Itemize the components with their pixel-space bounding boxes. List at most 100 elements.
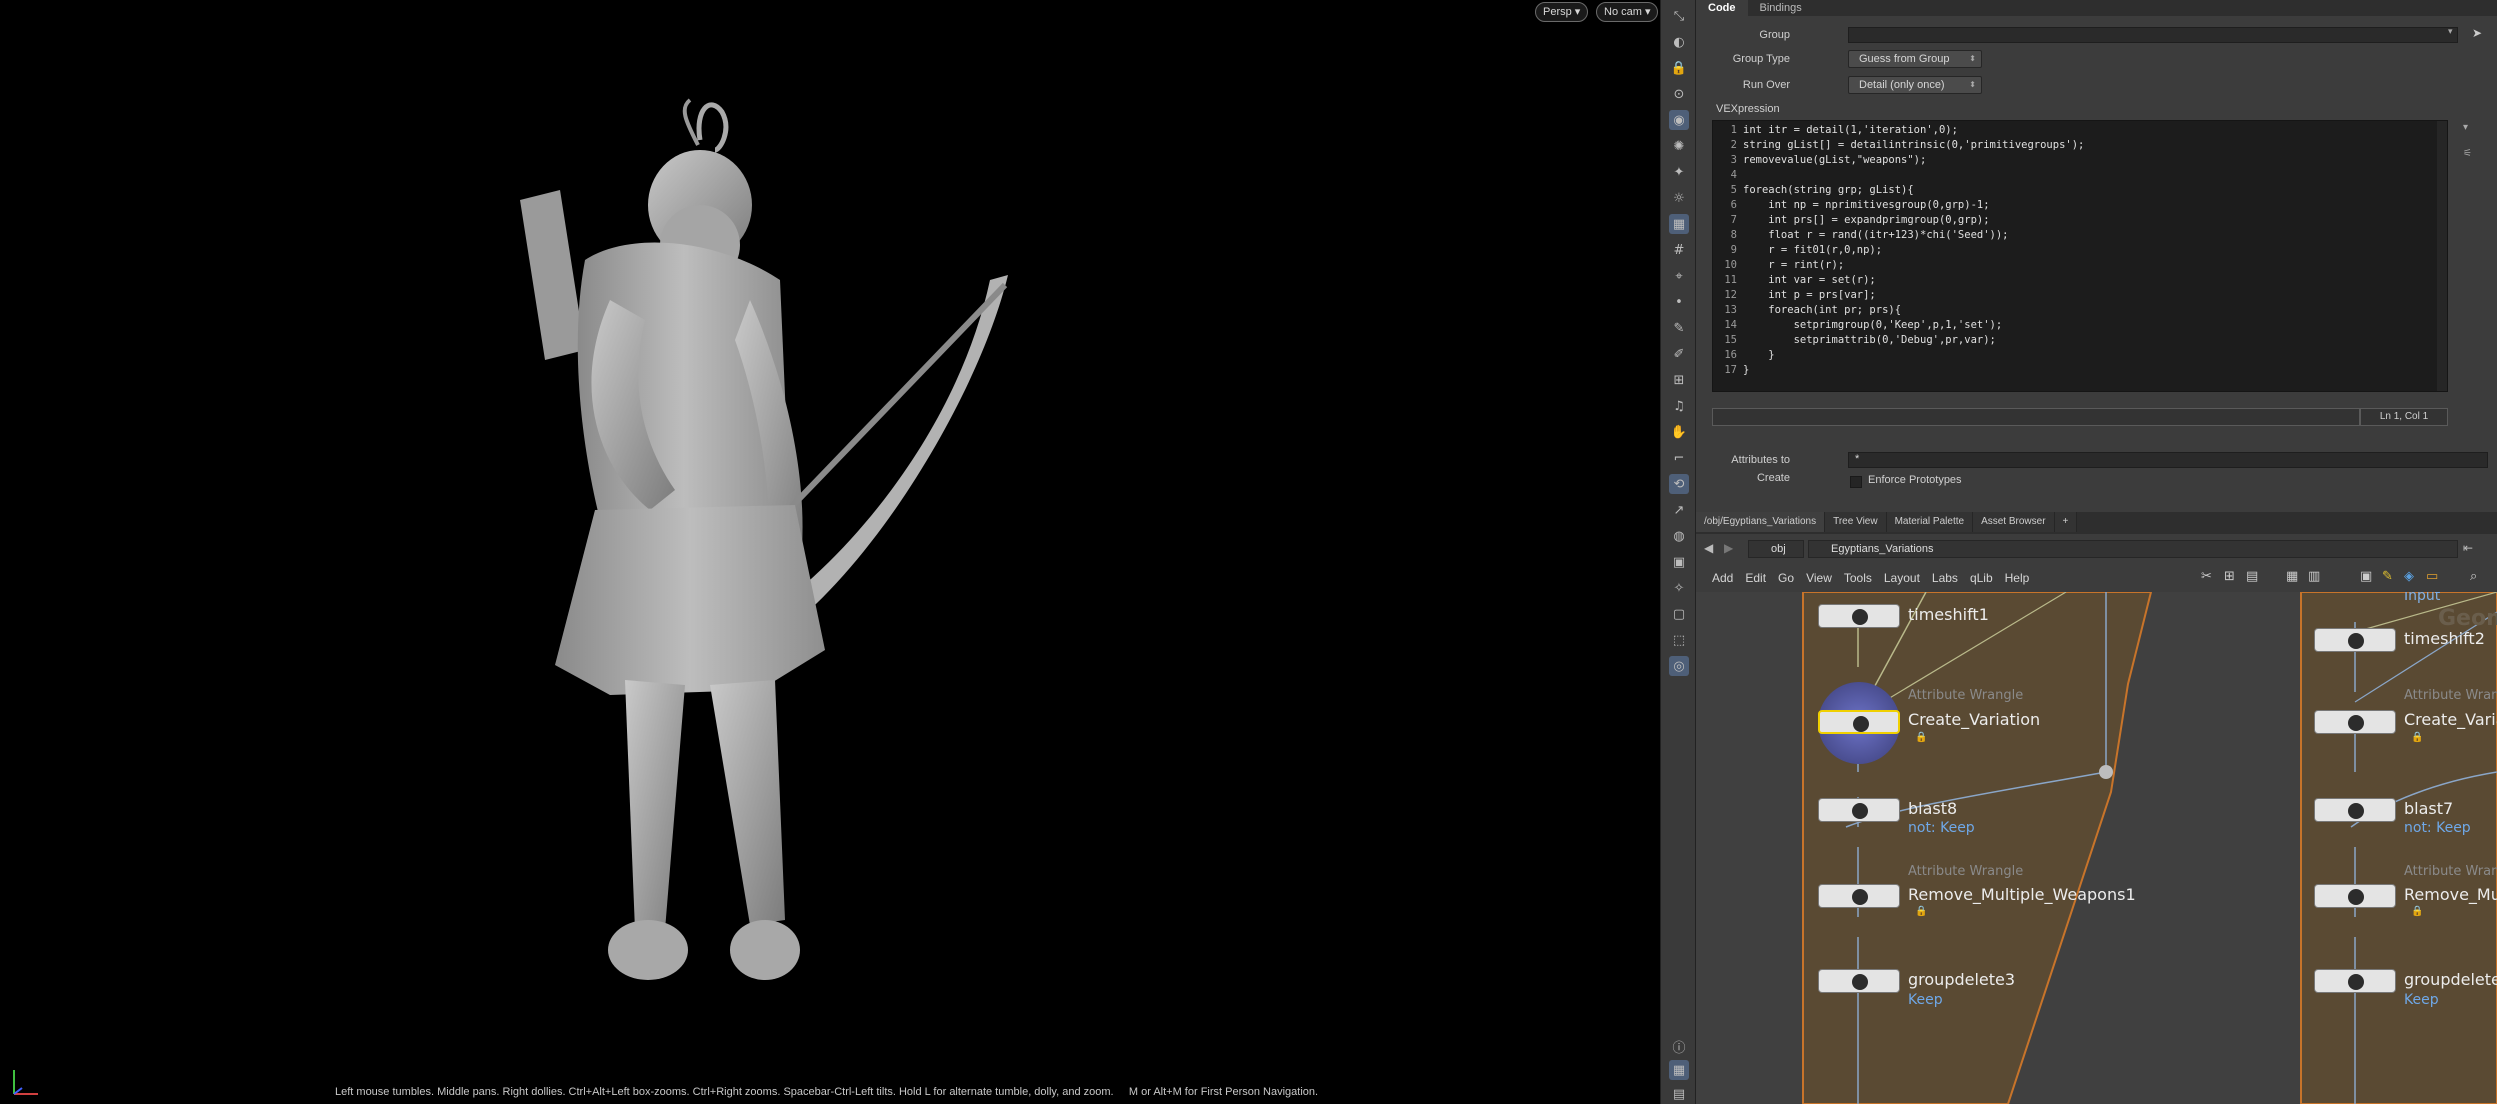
code-scrollbar[interactable] [2437,121,2447,391]
node-label: Remove_Mul [2404,885,2497,904]
attributes-to-create-field[interactable]: * [1848,452,2488,468]
grid-view-icon[interactable]: ▦ [2286,569,2298,584]
render-icon[interactable]: ⬚ [1669,630,1689,650]
node-groupdelete3[interactable] [1818,969,1900,993]
expression-status-bar [1712,408,2360,426]
add-spare-icon[interactable]: ⚟ [2463,148,2472,159]
menu-layout[interactable]: Layout [1884,571,1920,585]
group-type-dropdown[interactable]: Guess from Group ⬍ [1848,50,1982,68]
details-icon[interactable]: ▥ [2308,569,2320,584]
groupdelete-icon [1852,974,1868,990]
crop-icon[interactable]: ⌐ [1669,448,1689,468]
node-groupdelete2[interactable] [2314,969,2396,993]
forward-arrow-icon[interactable]: ▶ [1724,541,1733,555]
code-line: setprimattrib(0,'Debug',pr,var); [1743,334,1996,346]
grid-icon[interactable]: # [1669,240,1689,260]
handle-icon[interactable]: ⟲ [1669,474,1689,494]
menu-labs[interactable]: Labs [1932,571,1958,585]
path-obj[interactable]: obj [1748,540,1804,558]
line-number: 9 [1730,244,1737,256]
search-icon[interactable]: ⌕ [2470,569,2477,584]
audio-icon[interactable]: ♫ [1669,396,1689,416]
viewport-status-text: Left mouse tumbles. Middle pans. Right d… [335,1086,1319,1098]
point-icon[interactable]: • [1669,292,1689,312]
code-menu-icon[interactable]: ▾ [2463,122,2468,133]
tab-tree-view[interactable]: Tree View [1825,512,1887,532]
snap-icon[interactable]: ⌖ [1669,266,1689,286]
vex-code-editor[interactable]: 1 2 3 4 5 6 7 8 9 10 11 12 13 14 15 16 1… [1712,120,2448,392]
enforce-prototypes-checkbox[interactable] [1850,476,1862,488]
node-timeshift2[interactable] [2314,628,2396,652]
light-icon[interactable]: ✺ [1669,136,1689,156]
ghost-icon[interactable]: ◐ [1669,32,1689,52]
menu-edit[interactable]: Edit [1745,571,1766,585]
lock-icon[interactable]: 🔒 [1669,58,1689,78]
line-number: 15 [1724,334,1737,346]
3d-viewport[interactable]: Persp ▾ No cam ▾ Left mouse tumbles. Mid… [0,0,1660,1104]
select-icon[interactable]: ⤡ [1669,6,1689,26]
tools-icon[interactable]: ✂ [2201,569,2212,584]
code-line: int np = nprimitivesgroup(0,grp)-1; [1743,199,1990,211]
tab-asset-browser[interactable]: Asset Browser [1973,512,2055,532]
bulb-icon[interactable]: ☼ [1669,188,1689,208]
arrow-select-icon[interactable]: ➤ [2472,26,2482,40]
color-icon[interactable]: ◈ [2404,569,2414,584]
group-field[interactable] [1848,27,2458,43]
node-remove-multiple-weapons2[interactable] [2314,884,2396,908]
menu-add[interactable]: Add [1712,571,1733,585]
shading-icon[interactable]: ◉ [1669,110,1689,130]
menu-help[interactable]: Help [2005,571,2030,585]
layout-icon[interactable]: ▦ [1669,1060,1689,1080]
tab-code[interactable]: Code [1696,0,1748,16]
pin-pane-icon[interactable]: ⇤ [2463,541,2473,555]
node-remove-multiple-weapons1[interactable] [1818,884,1900,908]
group-dropdown-icon[interactable]: ▾ [2448,27,2453,37]
menu-tools[interactable]: Tools [1844,571,1872,585]
tree-icon[interactable]: ⊞ [2224,569,2235,584]
node-timeshift1[interactable] [1818,604,1900,628]
code-line: foreach(string grp; gList){ [1743,184,1914,196]
node-label: Create_Varia [2404,710,2497,729]
node-blast7[interactable] [2314,798,2396,822]
wireframe-icon[interactable]: ▦ [1669,214,1689,234]
pen-icon[interactable]: ✐ [1669,344,1689,364]
node-blast8[interactable] [1818,798,1900,822]
path-node[interactable]: Egyptians_Variations [1808,540,2458,558]
menu-qlib[interactable]: qLib [1970,571,1993,585]
texture-icon[interactable]: ▣ [1669,552,1689,572]
line-number-gutter: 1 2 3 4 5 6 7 8 9 10 11 12 13 14 15 16 1… [1713,121,1741,391]
code-line: r = fit01(r,0,np); [1743,244,1883,256]
camera-icon[interactable]: ⊙ [1669,84,1689,104]
visualize-icon[interactable]: ◎ [1669,656,1689,676]
node-create-variation[interactable] [1818,710,1900,734]
add-tab-icon[interactable]: + [2054,512,2078,532]
brush-icon[interactable]: ✎ [1669,318,1689,338]
box-icon[interactable]: ▢ [1669,604,1689,624]
code-line: removevalue(gList,"weapons"); [1743,154,1927,166]
folder-icon[interactable]: ▭ [2426,569,2438,584]
node-graph[interactable]: timeshift1 Attribute Wrangle Create_Vari… [1696,592,2497,1104]
list-icon[interactable]: ▤ [2246,569,2258,584]
menu-view[interactable]: View [1806,571,1832,585]
menu-go[interactable]: Go [1778,571,1794,585]
display-icon[interactable]: ⊞ [1669,370,1689,390]
note-icon[interactable]: ✎ [2382,569,2393,584]
back-arrow-icon[interactable]: ◀ [1704,541,1713,555]
pin-icon[interactable]: ✧ [1669,578,1689,598]
node-label: blast8 [1908,799,1958,818]
image-icon[interactable]: ▣ [2360,569,2372,584]
flipbook-icon[interactable]: ▤ [1669,1084,1689,1104]
tab-network-path[interactable]: /obj/Egyptians_Variations [1696,512,1826,532]
vector-icon[interactable]: ↗ [1669,500,1689,520]
headlight-icon[interactable]: ✦ [1669,162,1689,182]
hand-icon[interactable]: ✋ [1669,422,1689,442]
node-create-variation2[interactable] [2314,710,2396,734]
tab-bindings[interactable]: Bindings [1748,0,1814,16]
info-icon[interactable]: ⓘ [1669,1036,1689,1056]
tab-material-palette[interactable]: Material Palette [1886,512,1974,532]
perspective-menu[interactable]: Persp ▾ [1535,2,1589,22]
sphere-icon[interactable]: ◍ [1669,526,1689,546]
run-over-dropdown[interactable]: Detail (only once) ⬍ [1848,76,1982,94]
camera-menu[interactable]: No cam ▾ [1596,2,1659,22]
run-over-label: Run Over [1742,79,1790,91]
